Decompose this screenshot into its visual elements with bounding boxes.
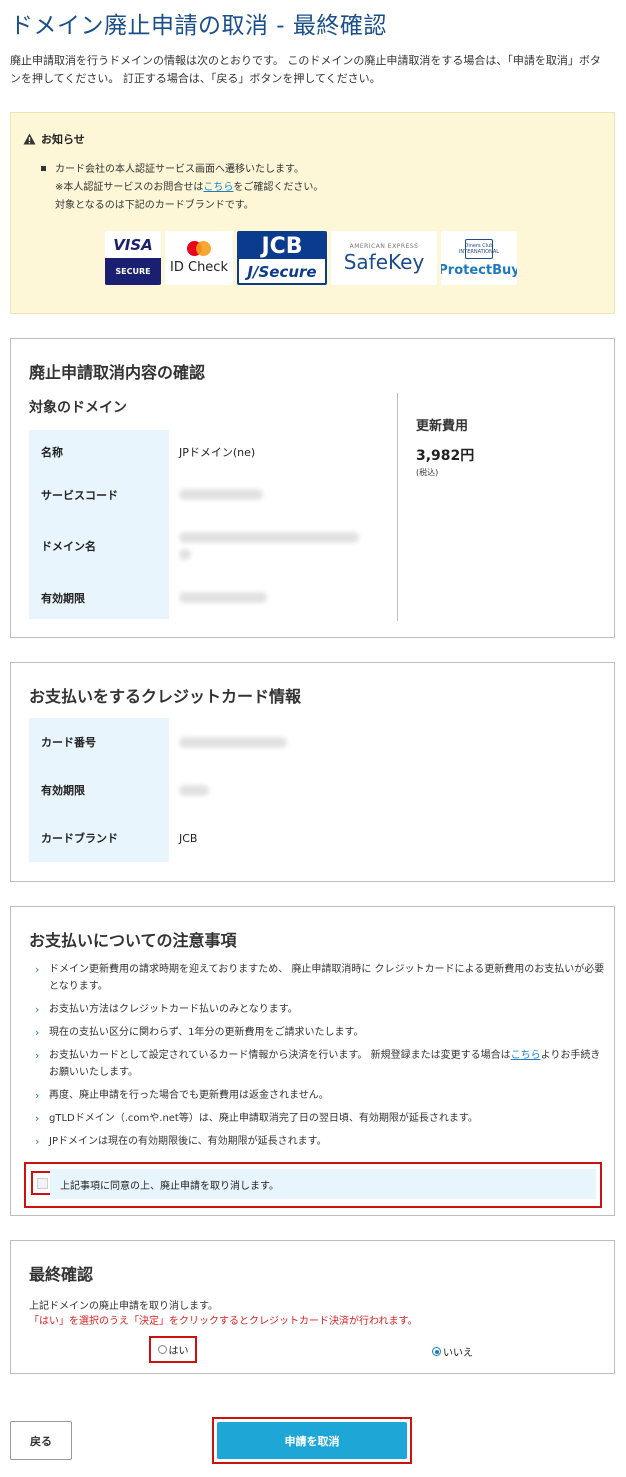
chevron-right-icon: ›	[35, 1112, 40, 1125]
agree-label[interactable]: 上記事項に同意の上、廃止申請を取り消します。	[50, 1169, 596, 1199]
notice-box: お知らせ カード会社の本人認証サービス画面へ遷移いたします。 ※本人認証サービス…	[10, 112, 615, 314]
list-item: › 現在の支払い区分に関わらず、1年分の更新費用をご請求いたします。	[35, 1026, 364, 1039]
back-button[interactable]: 戻る	[10, 1421, 72, 1460]
redacted-card-number	[169, 718, 369, 766]
redacted-domain-name	[169, 516, 369, 576]
redacted-expiry	[169, 576, 369, 619]
jcb-jsecure-logo: JCB J/Secure	[237, 231, 327, 285]
radio-no-option[interactable]: いいえ	[432, 1344, 473, 1359]
radio-yes[interactable]	[157, 1345, 167, 1354]
divider	[397, 393, 398, 621]
page-title: ドメイン廃止申請の取消 - 最終確認	[10, 13, 387, 39]
fee-label: 更新費用	[416, 419, 469, 434]
bullet-icon	[41, 165, 46, 171]
notice-line-2: ※本人認証サービスのお問合せはこちらをご確認ください。	[55, 182, 324, 193]
radio-no-label[interactable]: いいえ	[443, 1344, 473, 1359]
radio-yes-label[interactable]: はい	[169, 1342, 189, 1357]
amex-safekey-logo: AMERICAN EXPRESS SafeKey	[331, 231, 437, 285]
table-row: カードブランド JCB	[29, 814, 369, 862]
intro-text: 廃止申請取消を行うドメインの情報は次のとおりです。 このドメインの廃止申請取消を…	[10, 54, 601, 85]
list-item: › gTLDドメイン（.comや.net等）は、廃止申請取消完了日の翌日頃、有効期…	[35, 1112, 478, 1125]
notice-body: カード会社の本人認証サービス画面へ遷移いたします。 ※本人認証サービスのお問合せ…	[41, 161, 323, 215]
confirm-section-title: 廃止申請取消内容の確認	[29, 363, 206, 382]
card-brand-logos: VISA SECURE ID Check JCB J/Secure AMERIC…	[105, 231, 517, 285]
card-section-title: お支払いをするクレジットカード情報	[29, 687, 302, 706]
card-section: お支払いをするクレジットカード情報 カード番号 有効期限 カードブランド JCB	[10, 662, 615, 882]
notes-list: › ドメイン更新費用の請求時期を迎えておりますため、 廃止申請取消時に クレジット…	[35, 961, 605, 1156]
mastercard-id-check-logo: ID Check	[165, 231, 233, 285]
diners-club-icon: Diners Club INTERNATIONAL	[459, 238, 499, 259]
card-table: カード番号 有効期限 カードブランド JCB	[29, 718, 369, 862]
radio-no[interactable]	[432, 1347, 441, 1356]
fee-price: 3,982円	[416, 448, 475, 464]
list-item: › 再度、廃止申請を行った場合でも更新費用は返金されません。	[35, 1089, 329, 1102]
notice-heading-label: お知らせ	[41, 133, 85, 146]
chevron-right-icon: ›	[35, 1003, 40, 1016]
visa-secure-logo: VISA SECURE	[105, 231, 161, 285]
table-row: ドメイン名	[29, 516, 369, 576]
warning-icon	[23, 133, 36, 145]
chevron-right-icon: ›	[35, 1089, 40, 1102]
payment-notes-section: お支払いについての注意事項 › ドメイン更新費用の請求時期を迎えておりますため、 …	[10, 906, 615, 1216]
mastercard-circles-icon	[187, 241, 211, 256]
domain-table: 名称 JPドメイン(ne) サービスコード ドメイン名 有効期限	[29, 430, 369, 619]
table-row: 有効期限	[29, 576, 369, 619]
list-item: › JPドメインは現在の有効期限後に、有効期限が延長されます。	[35, 1135, 327, 1148]
table-row: 名称 JPドメイン(ne)	[29, 430, 369, 473]
submit-button-highlight: 申請を取消	[212, 1417, 412, 1464]
list-item: › ドメイン更新費用の請求時期を迎えておりますため、 廃止申請取消時に クレジット…	[35, 963, 605, 992]
diners-protectbuy-logo: Diners Club INTERNATIONAL ProtectBuy	[441, 231, 517, 285]
payment-notes-title: お支払いについての注意事項	[29, 931, 237, 950]
confirm-section: 廃止申請取消内容の確認 対象のドメイン 名称 JPドメイン(ne) サービスコー…	[10, 338, 615, 638]
chevron-right-icon: ›	[35, 1049, 40, 1062]
chevron-right-icon: ›	[35, 963, 40, 976]
support-link[interactable]: こちら	[203, 182, 233, 193]
notice-line-3: 対象となるのは下記のカードブランドです。	[55, 200, 254, 211]
agree-checkbox[interactable]	[36, 1177, 48, 1189]
chevron-right-icon: ›	[35, 1026, 40, 1039]
notice-line-1: カード会社の本人認証サービス画面へ遷移いたします。	[41, 161, 323, 179]
final-confirm-text: 上記ドメインの廃止申請を取り消します。 「はい」を選択のうえ「決定」をクリックす…	[29, 1301, 418, 1327]
card-settings-link[interactable]: こちら	[511, 1050, 541, 1061]
table-row: 有効期限	[29, 766, 369, 814]
redacted-card-expiry	[169, 766, 369, 814]
table-row: カード番号	[29, 718, 369, 766]
final-confirm-section: 最終確認 上記ドメインの廃止申請を取り消します。 「はい」を選択のうえ「決定」を…	[10, 1240, 615, 1374]
redacted-service-code	[169, 473, 369, 516]
cancel-application-button[interactable]: 申請を取消	[217, 1422, 407, 1459]
fee-tax-note: (税込)	[416, 468, 439, 477]
table-row: サービスコード	[29, 473, 369, 516]
list-item: › お支払いカードとして設定されているカード情報から決済を行います。 新規登録また…	[35, 1049, 601, 1078]
domain-subtitle: 対象のドメイン	[29, 400, 127, 416]
list-item: › お支払い方法はクレジットカード払いのみとなります。	[35, 1003, 298, 1016]
notice-heading: お知らせ	[23, 131, 85, 147]
radio-yes-highlight[interactable]: はい	[149, 1336, 197, 1363]
final-warning: 「はい」を選択のうえ「決定」をクリックするとクレジットカード決済が行われます。	[29, 1316, 418, 1327]
final-confirm-title: 最終確認	[29, 1265, 94, 1284]
chevron-right-icon: ›	[35, 1135, 40, 1148]
agree-highlight: 上記事項に同意の上、廃止申請を取り消します。	[24, 1162, 602, 1208]
